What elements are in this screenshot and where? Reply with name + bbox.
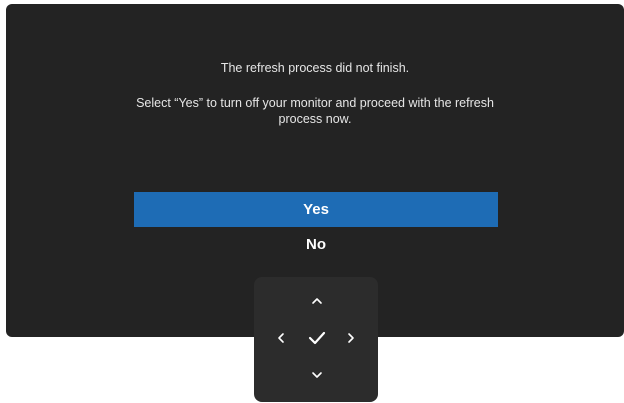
- down-button[interactable]: [304, 362, 330, 388]
- left-button[interactable]: [268, 325, 294, 351]
- chevron-left-icon: [278, 333, 284, 343]
- no-option[interactable]: No: [134, 227, 498, 262]
- chevron-down-icon: [312, 372, 322, 378]
- up-button[interactable]: [304, 288, 330, 314]
- yes-option[interactable]: Yes: [134, 192, 498, 227]
- checkmark-icon: [308, 331, 326, 345]
- chevron-right-icon: [348, 333, 354, 343]
- dialog-title: The refresh process did not finish.: [220, 61, 410, 75]
- dialog-message: Select “Yes” to turn off your monitor an…: [136, 96, 494, 126]
- chevron-up-icon: [312, 298, 322, 304]
- right-button[interactable]: [338, 325, 364, 351]
- navigation-pad: [254, 277, 378, 402]
- confirm-button[interactable]: [304, 325, 330, 351]
